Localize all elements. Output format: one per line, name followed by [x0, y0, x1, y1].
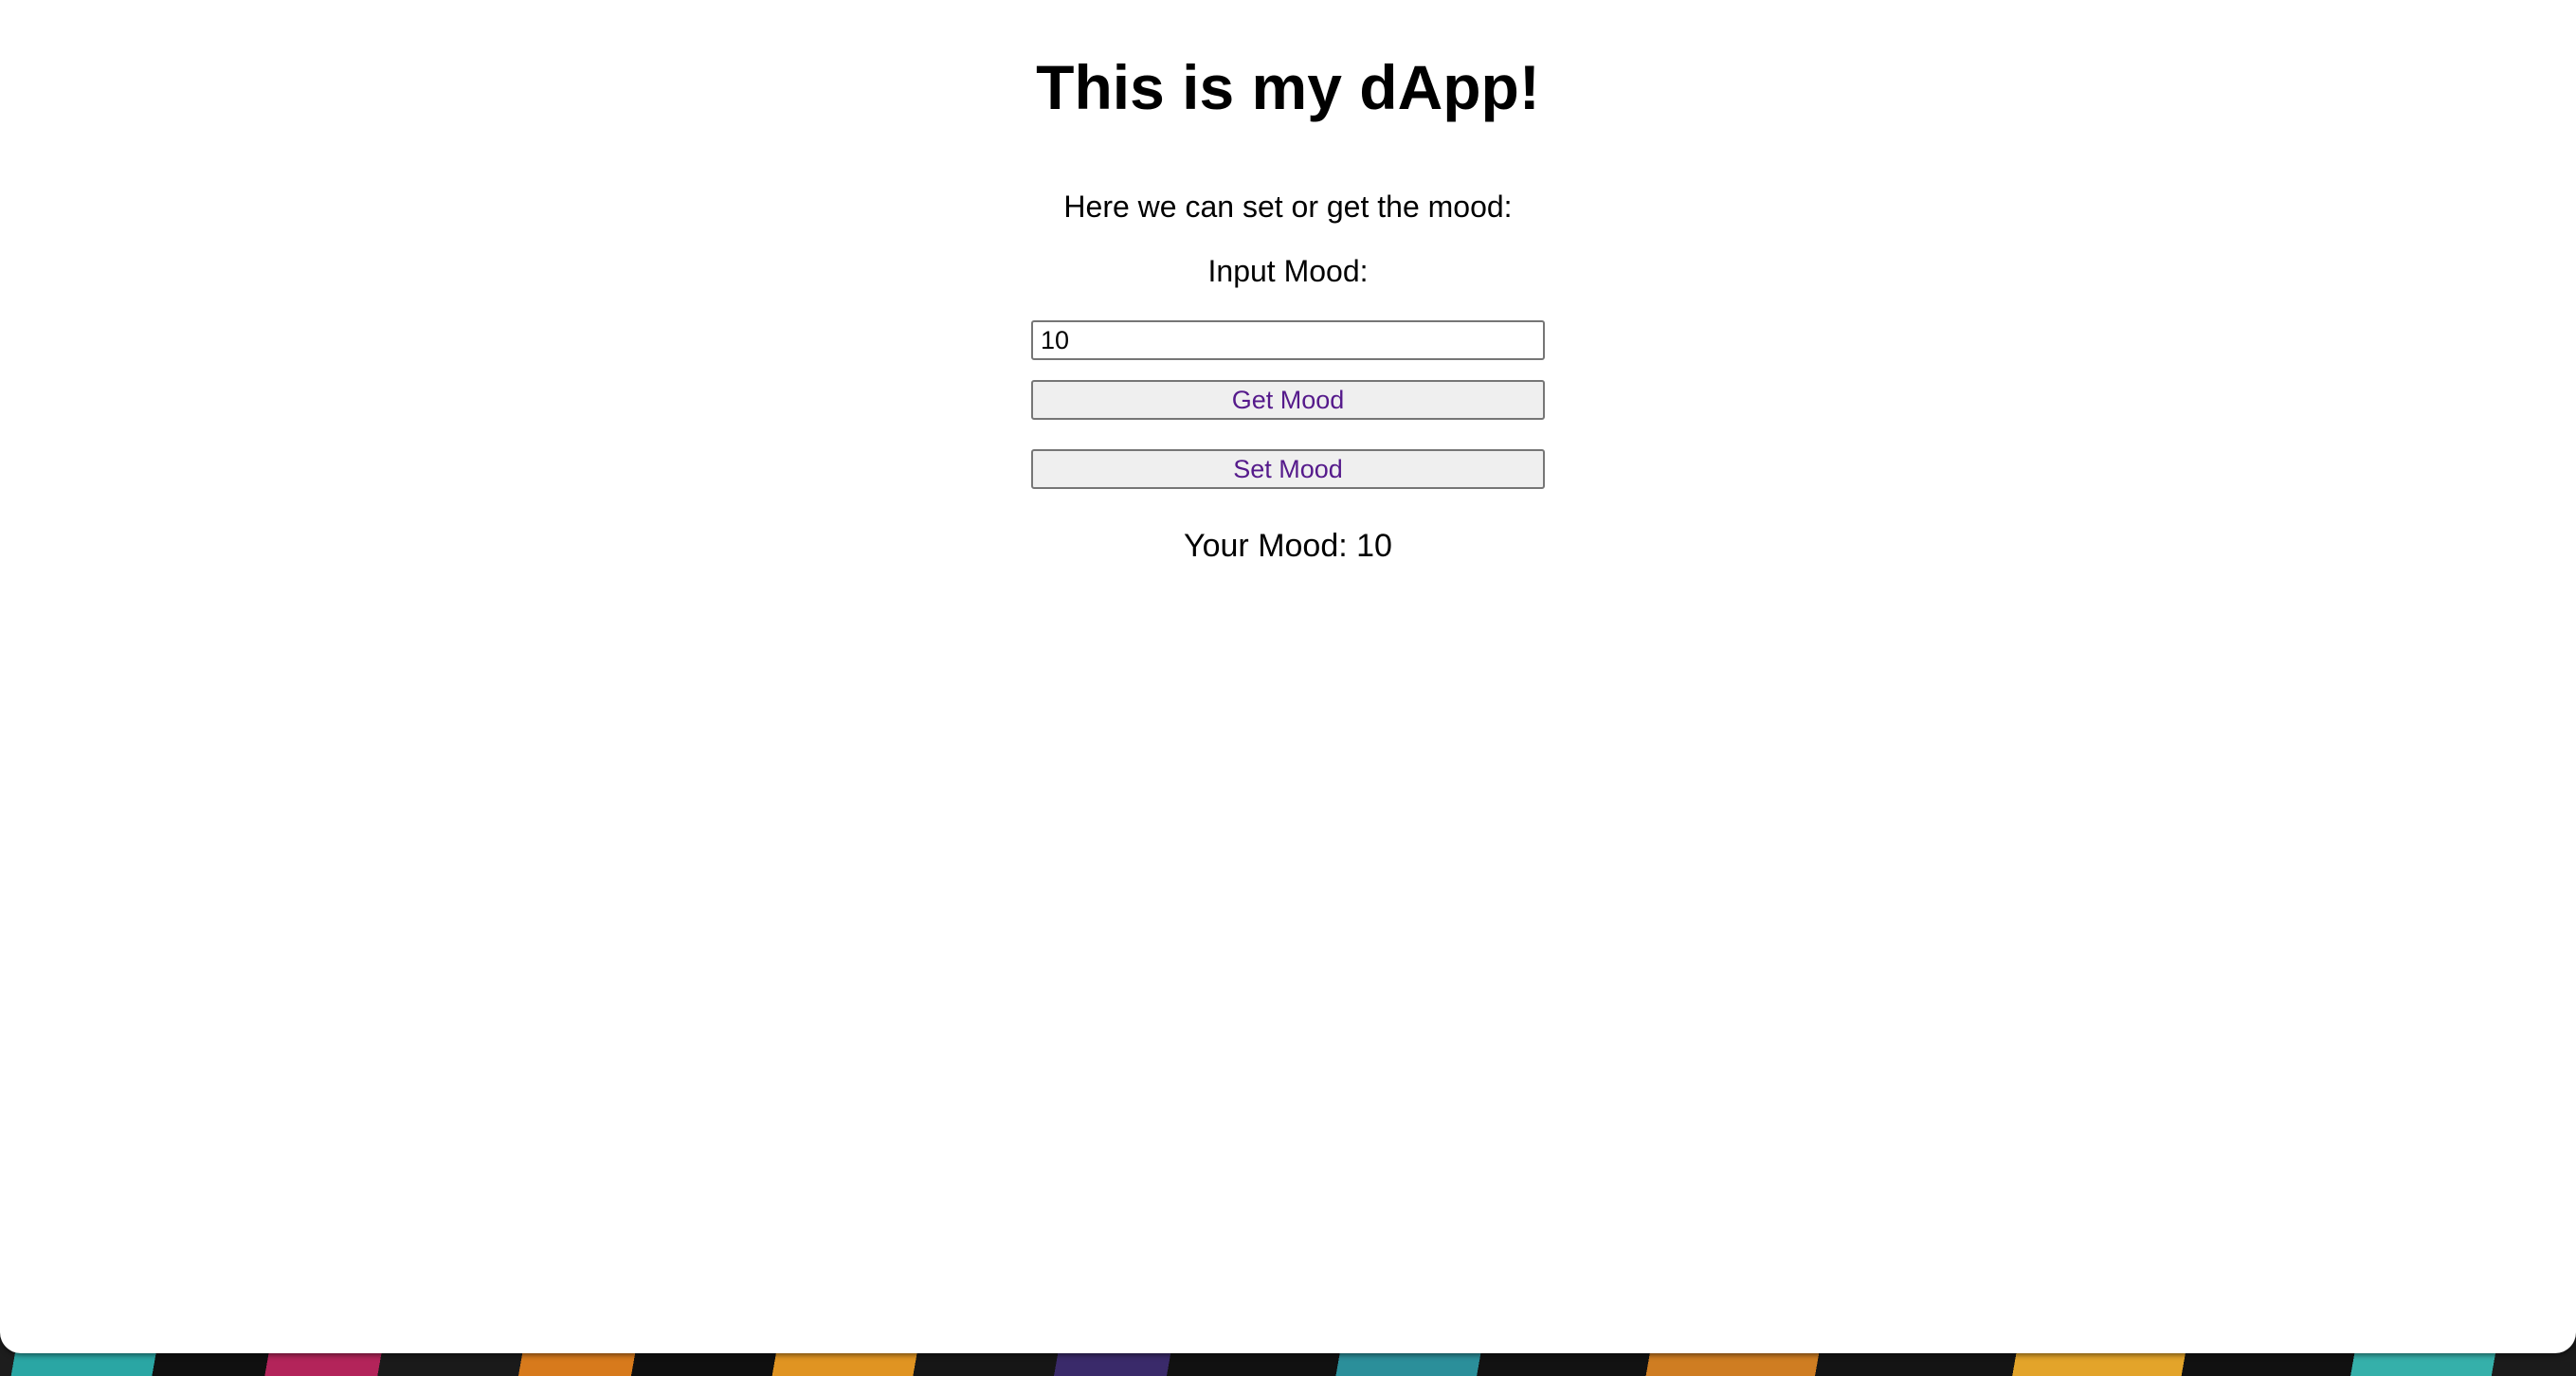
dapp-page: This is my dApp! Here we can set or get …	[0, 0, 2576, 565]
mood-display: Your Mood: 10	[1184, 528, 1392, 564]
browser-window: This is my dApp! Here we can set or get …	[0, 0, 2576, 1353]
get-mood-button[interactable]: Get Mood	[1031, 380, 1545, 420]
mood-input[interactable]	[1031, 320, 1545, 360]
page-title: This is my dApp!	[1036, 52, 1540, 122]
intro-text: Here we can set or get the mood:	[1063, 190, 1513, 224]
mood-controls: Get Mood Set Mood	[1031, 320, 1545, 489]
set-mood-button[interactable]: Set Mood	[1031, 449, 1545, 489]
input-mood-label: Input Mood:	[1207, 254, 1369, 288]
